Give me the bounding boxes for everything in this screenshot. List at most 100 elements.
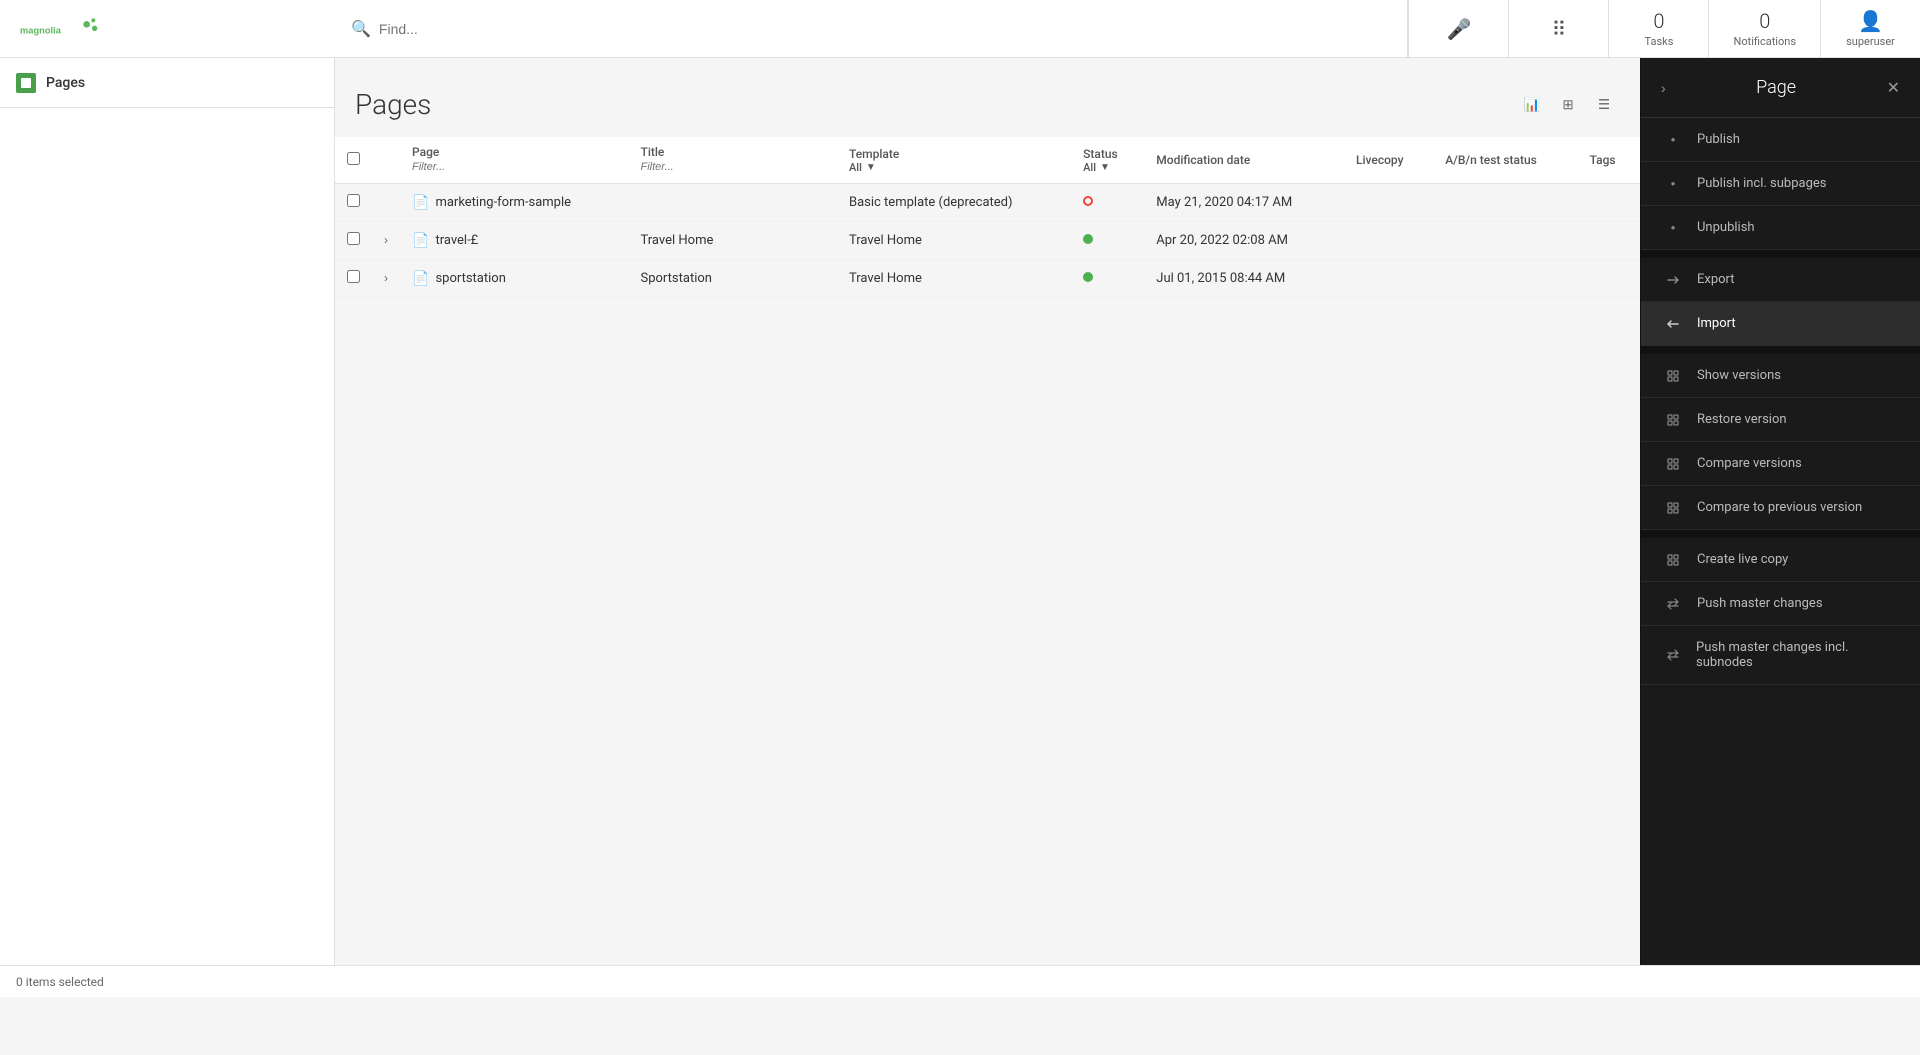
top-navigation: magnolia 🔍 🎤 ⠿ 0 Tasks 0 Notifications 👤… [0,0,1920,58]
panel-icon-push-master-changes-subnodes [1661,648,1684,662]
panel-item-import[interactable]: Import [1641,302,1920,346]
list-view-button[interactable]: ☰ [1588,89,1620,121]
panel-close-button[interactable]: ✕ [1887,78,1900,98]
row-checkbox[interactable] [347,194,360,207]
title-col-header: Title [629,137,837,184]
livecopy-cell [1344,184,1433,222]
abtest-cell [1433,222,1577,260]
status-filter-all: All [1083,161,1096,174]
page-file-icon: 📄 [412,195,429,211]
template-dropdown-icon[interactable]: ▼ [866,162,876,173]
panel-icon-create-live-copy [1661,553,1685,567]
title-col-label: Title [641,145,825,159]
modification-date-cell: May 21, 2020 04:17 AM [1144,184,1344,222]
table-row[interactable]: › 📄 travel-£ Travel Home Travel Home Apr… [335,222,1640,260]
panel-icon-import [1661,317,1685,331]
notifications-button[interactable]: 0 Notifications [1708,0,1820,57]
row-checkbox-cell[interactable] [335,222,372,260]
search-icon: 🔍 [351,19,371,38]
search-input[interactable] [379,21,1392,37]
row-checkbox-cell[interactable] [335,184,372,222]
panel-expand-button[interactable]: › [1661,80,1666,96]
panel-label-publish-incl-subpages: Publish incl. subpages [1697,176,1827,191]
tasks-button[interactable]: 0 Tasks [1608,0,1708,57]
status-text: 0 items selected [16,975,104,989]
panel-item-publish-incl-subpages[interactable]: ● Publish incl. subpages [1641,162,1920,206]
livecopy-col-header: Livecopy [1344,137,1433,184]
table-row[interactable]: 📄 marketing-form-sample Basic template (… [335,184,1640,222]
panel-item-push-master-changes-subnodes[interactable]: Push master changes incl. subnodes [1641,626,1920,685]
tags-cell [1578,184,1640,222]
panel-item-unpublish[interactable]: ● Unpublish [1641,206,1920,250]
title-cell: Travel Home [629,222,837,260]
expand-button[interactable]: › [384,271,388,285]
status-cell [1071,184,1144,222]
table-header-row: Page Title Template All ▼ [335,137,1640,184]
expand-button[interactable]: › [384,233,388,247]
page-file-icon: 📄 [412,271,429,287]
panel-header: › Page ✕ [1641,58,1920,118]
user-button[interactable]: 👤 superuser [1820,0,1920,57]
panel-item-show-versions[interactable]: Show versions [1641,354,1920,398]
expand-cell[interactable]: › [372,222,400,260]
select-all-header[interactable] [335,137,372,184]
livecopy-cell [1344,222,1433,260]
tags-cell [1578,260,1640,298]
expand-cell[interactable]: › [372,260,400,298]
search-area[interactable]: 🔍 [335,0,1408,57]
apps-button[interactable]: ⠿ [1508,0,1608,57]
modification-col-label: Modification date [1156,153,1332,167]
right-panel: › Page ✕ ● Publish ● Publish incl. subpa… [1640,58,1920,997]
panel-label-unpublish: Unpublish [1697,220,1755,235]
panel-icon-compare-previous [1661,501,1685,515]
panel-icon-show-versions [1661,369,1685,383]
panel-item-restore-version[interactable]: Restore version [1641,398,1920,442]
page-name-cell: 📄 travel-£ [400,222,629,260]
row-checkbox-cell[interactable] [335,260,372,298]
sidebar-header: Pages [0,58,334,108]
row-checkbox[interactable] [347,270,360,283]
select-all-checkbox[interactable] [347,152,360,165]
panel-icon-publish-incl-subpages: ● [1661,179,1685,188]
template-col-label: Template [849,147,1059,161]
pages-table-body: 📄 marketing-form-sample Basic template (… [335,184,1640,298]
panel-item-compare-versions[interactable]: Compare versions [1641,442,1920,486]
panel-label-export: Export [1697,272,1735,287]
modification-date-cell: Apr 20, 2022 02:08 AM [1144,222,1344,260]
chart-view-button[interactable]: 📊 [1516,89,1548,121]
microphone-button[interactable]: 🎤 [1408,0,1508,57]
title-cell: Sportstation [629,260,837,298]
sidebar-title: Pages [46,75,85,91]
grid-view-button[interactable]: ⊞ [1552,89,1584,121]
panel-label-compare-versions: Compare versions [1697,456,1802,471]
panel-item-export[interactable]: Export [1641,258,1920,302]
panel-icon-restore-version [1661,413,1685,427]
panel-label-push-master-changes: Push master changes [1697,596,1823,611]
tasks-label: Tasks [1645,35,1674,48]
row-checkbox[interactable] [347,232,360,245]
panel-item-create-live-copy[interactable]: Create live copy [1641,538,1920,582]
notifications-count: 0 [1759,9,1770,33]
panel-section-divider [1641,250,1920,258]
page-col-header: Page [400,137,629,184]
panel-label-import: Import [1697,316,1736,331]
panel-item-publish[interactable]: ● Publish [1641,118,1920,162]
status-dropdown-icon[interactable]: ▼ [1100,162,1110,173]
template-col-header: Template All ▼ [837,137,1071,184]
page-filter-input[interactable] [412,159,617,175]
page-file-icon: 📄 [412,233,429,249]
tags-col-label: Tags [1590,153,1628,167]
modification-date-cell: Jul 01, 2015 08:44 AM [1144,260,1344,298]
panel-icon-publish: ● [1661,135,1685,144]
panel-icon-push-master-changes [1661,597,1685,611]
pages-table-wrap: Page Title Template All ▼ [335,137,1640,985]
panel-item-push-master-changes[interactable]: Push master changes [1641,582,1920,626]
table-row[interactable]: › 📄 sportstation Sportstation Travel Hom… [335,260,1640,298]
panel-icon-unpublish: ● [1661,223,1685,232]
panel-item-compare-previous[interactable]: Compare to previous version [1641,486,1920,530]
status-cell [1071,222,1144,260]
expand-cell [372,184,400,222]
title-filter-input[interactable] [641,159,825,175]
tasks-count: 0 [1653,9,1664,33]
status-col-header: Status All ▼ [1071,137,1144,184]
